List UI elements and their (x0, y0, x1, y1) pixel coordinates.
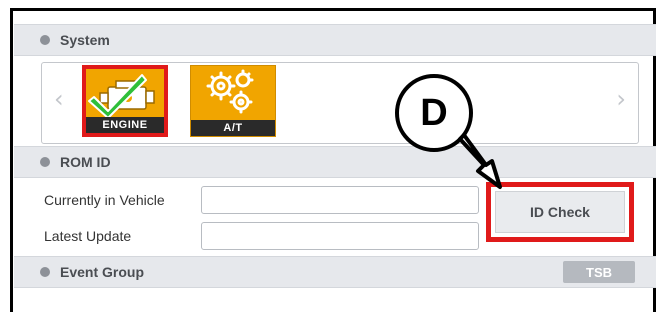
system-title: System (60, 32, 110, 48)
tile-label-at: A/T (191, 120, 275, 136)
tsb-button[interactable]: TSB (563, 261, 635, 283)
rom-id-title: ROM ID (60, 154, 111, 170)
latest-update-field[interactable] (201, 222, 479, 250)
system-tile-at[interactable]: A/T (190, 65, 276, 137)
tile-label-engine: ENGINE (86, 117, 164, 133)
event-group-title: Event Group (60, 264, 145, 280)
bullet-icon (40, 35, 50, 45)
bullet-icon (40, 267, 50, 277)
latest-update-label: Latest Update (44, 228, 132, 244)
system-carousel: ‹ › ENGINE A/T (41, 62, 639, 144)
chevron-right-icon[interactable]: › (616, 85, 626, 113)
rom-id-section-header: ROM ID (14, 146, 656, 178)
system-tile-engine[interactable]: ENGINE (82, 65, 168, 137)
engine-check-icon (88, 74, 155, 119)
event-group-section-header: Event Group (14, 256, 656, 288)
bullet-icon (40, 157, 50, 167)
system-section-header: System (14, 24, 656, 56)
chevron-left-icon[interactable]: ‹ (54, 85, 64, 113)
gears-icon (206, 69, 254, 114)
callout-arrow-icon (395, 74, 502, 189)
currently-in-vehicle-label: Currently in Vehicle (44, 192, 165, 208)
